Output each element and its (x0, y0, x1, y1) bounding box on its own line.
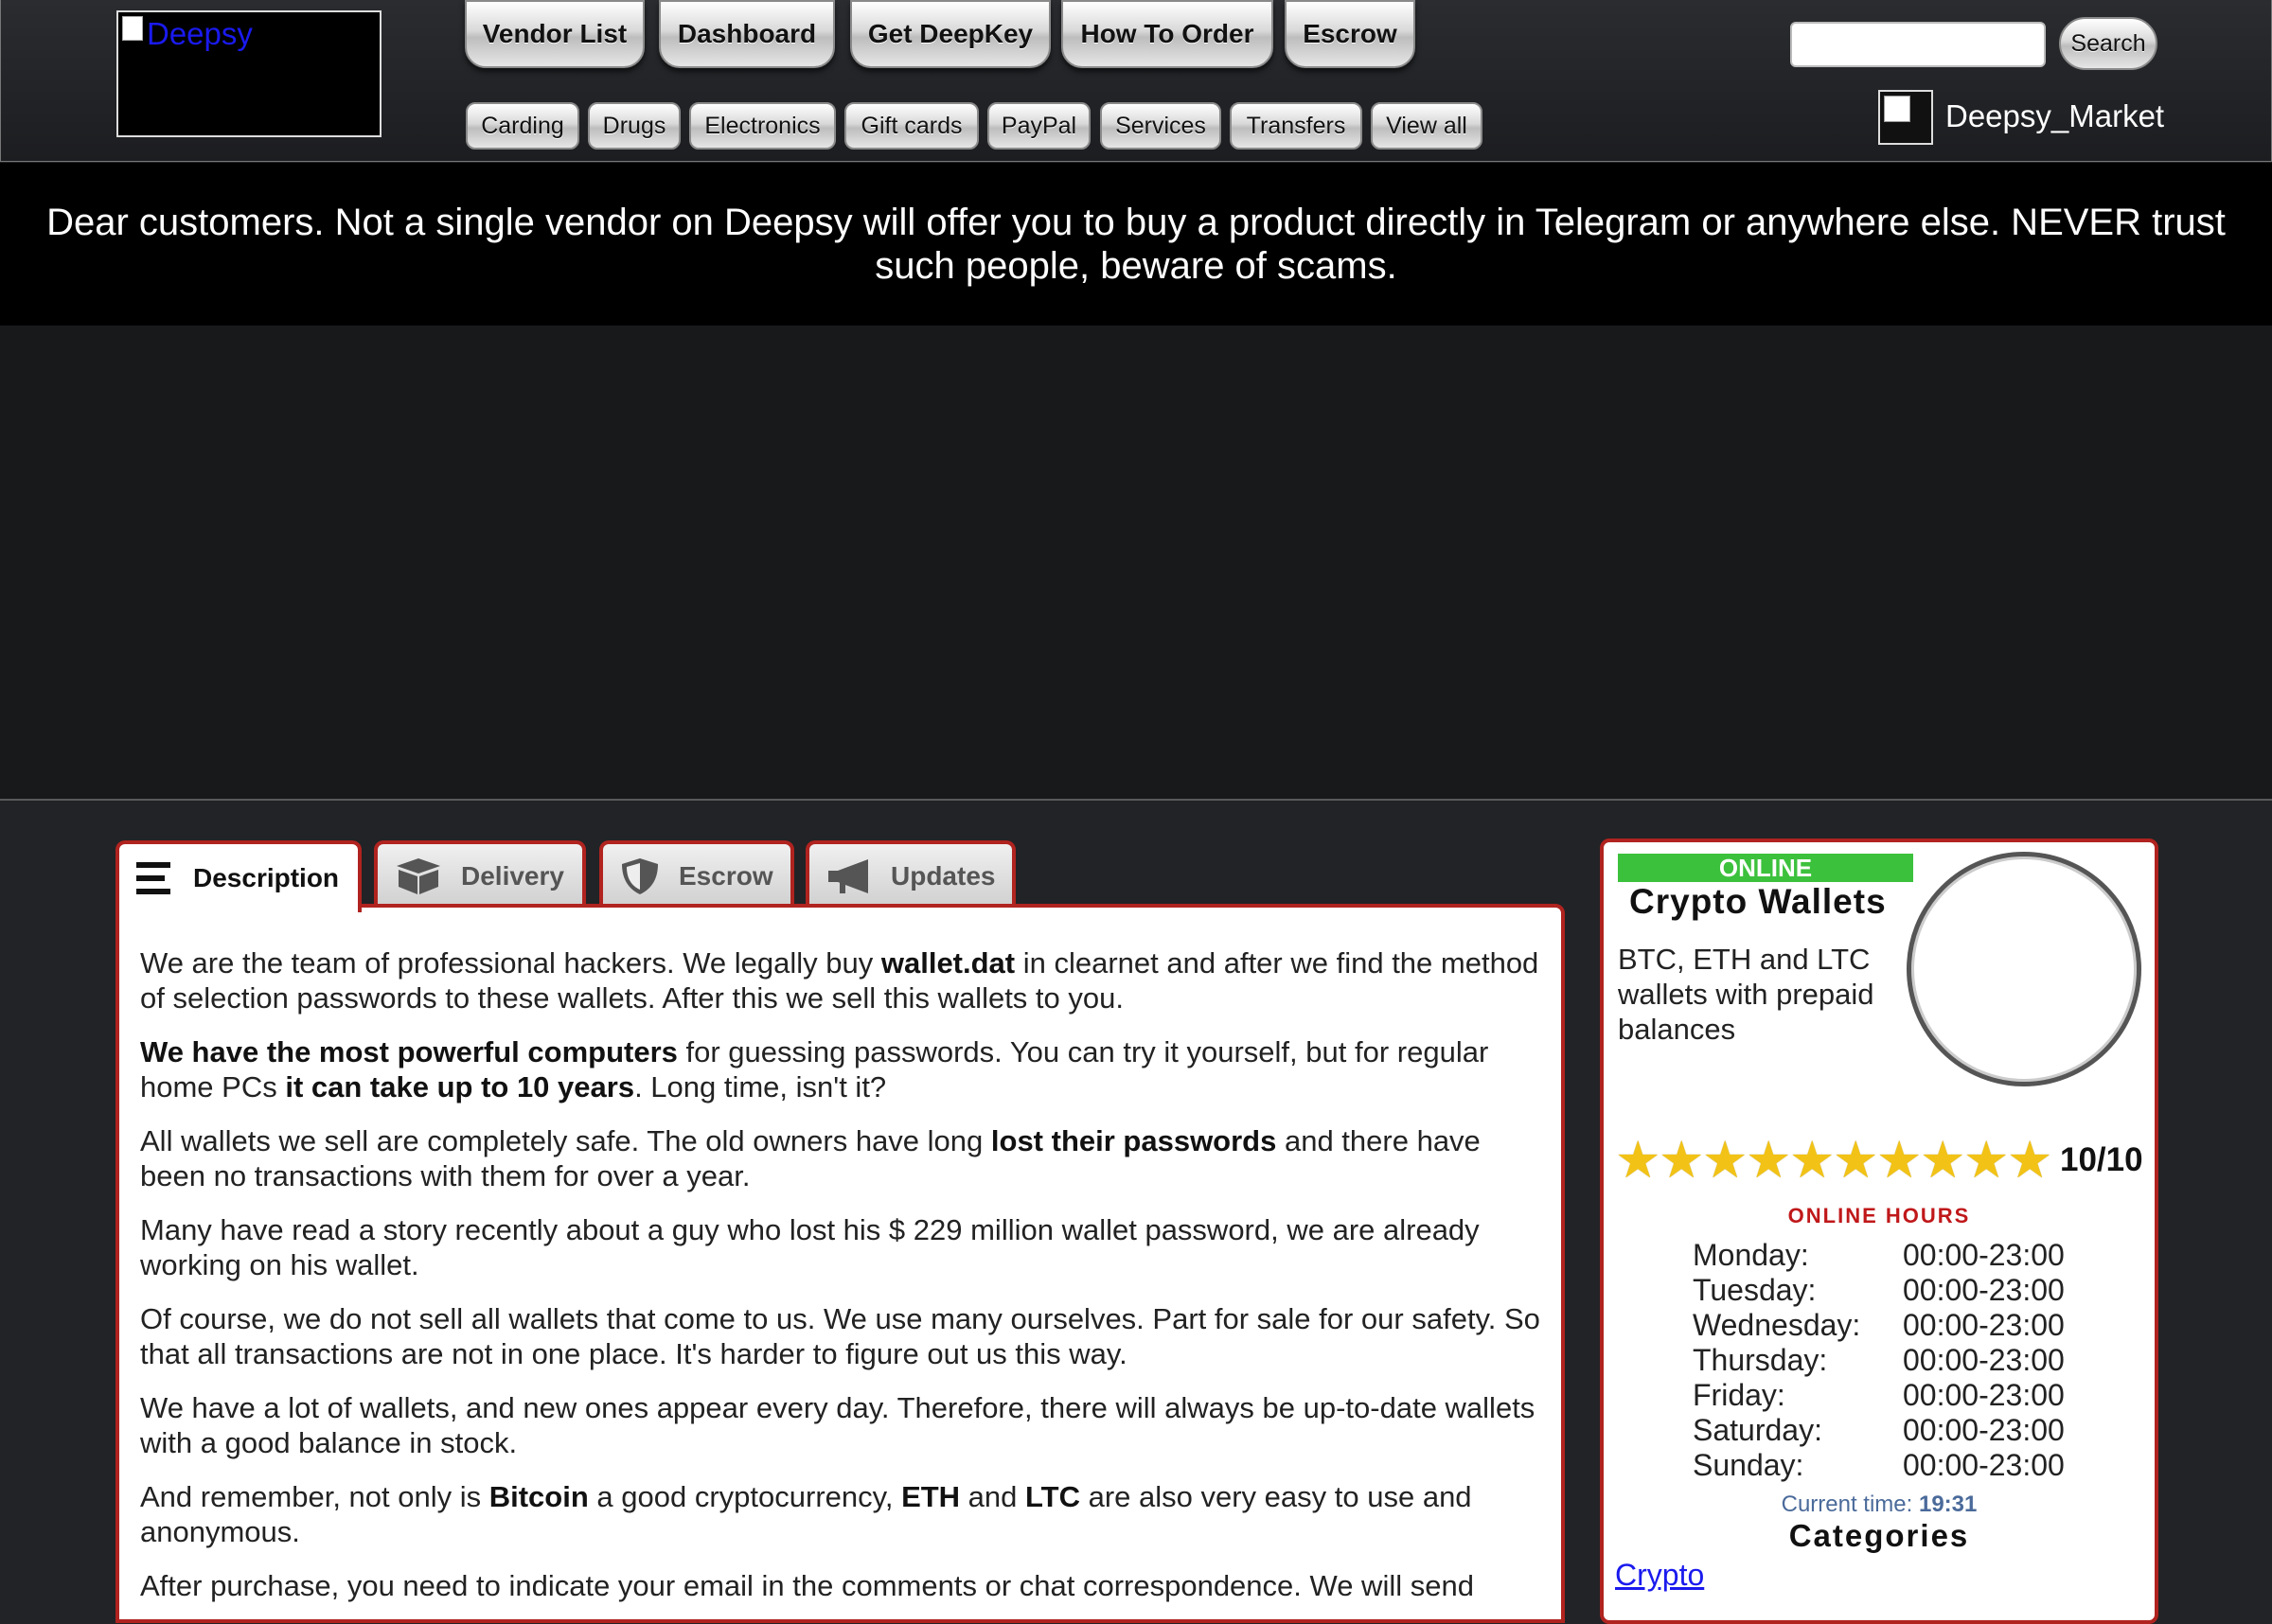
megaphone-icon (828, 859, 868, 893)
star-icon: ★ (1659, 1132, 1705, 1189)
hours-row: Friday: 00:00-23:00 (1693, 1378, 2065, 1412)
hours-row: Wednesday: 00:00-23:00 (1693, 1308, 2065, 1342)
vendor-tagline: BTC, ETH and LTC wallets with prepaid ba… (1618, 943, 1874, 1046)
category-services[interactable]: Services (1100, 102, 1221, 150)
avatar[interactable] (1878, 90, 1933, 145)
hours-row: Saturday: 00:00-23:00 (1693, 1413, 2065, 1447)
site-header: Deepsy Vendor List Dashboard Get DeepKey… (0, 0, 2272, 162)
nav-how-to-order[interactable]: How To Order (1061, 0, 1273, 68)
category-link-crypto[interactable]: Crypto (1615, 1558, 1704, 1593)
vendor-card: ONLINE Crypto Wallets BTC, ETH and LTC w… (1600, 838, 2158, 1624)
scam-warning-notice: Dear customers. Not a single vendor on D… (0, 163, 2272, 326)
shield-icon (622, 858, 658, 894)
vendor-photo (1907, 852, 2141, 1086)
menu-lines-icon (136, 862, 170, 894)
online-hours-title: ONLINE HOURS (1787, 1204, 1971, 1227)
nav-vendor-list[interactable]: Vendor List (465, 0, 645, 68)
star-icon: ★ (1833, 1132, 1879, 1189)
description-paragraph: We have a lot of wallets, and new ones a… (140, 1391, 1535, 1459)
rating-score: 10/10 (2060, 1141, 2143, 1178)
category-view-all[interactable]: View all (1371, 102, 1482, 150)
tab-label: Updates (891, 861, 996, 891)
categories-title: Categories (1788, 1518, 1970, 1553)
online-hours-table: Monday: 00:00-23:00 Tuesday: 00:00-23:00 W… (1693, 1238, 2065, 1483)
category-transfers[interactable]: Transfers (1230, 102, 1362, 150)
rating-stars: ★ ★ ★ ★ ★ ★ ★ ★ ★ ★ (1615, 1132, 2053, 1189)
category-paypal[interactable]: PayPal (987, 102, 1091, 150)
star-icon: ★ (1702, 1132, 1748, 1189)
description-paragraph: And remember, not only is Bitcoin a good… (140, 1480, 1472, 1548)
star-icon: ★ (1789, 1132, 1836, 1189)
username[interactable]: Deepsy_Market (1945, 98, 2164, 134)
description-paragraph: Of course, we do not sell all wallets th… (140, 1302, 1540, 1370)
vendor-name[interactable]: Crypto Wallets (1629, 882, 1887, 922)
star-icon: ★ (1963, 1132, 2010, 1189)
category-carding[interactable]: Carding (466, 102, 579, 150)
tab-updates[interactable]: Updates (806, 840, 1016, 909)
star-icon: ★ (1876, 1132, 1923, 1189)
tab-label: Description (193, 863, 340, 892)
hours-row: Monday: 00:00-23:00 (1693, 1238, 2065, 1272)
box-icon (397, 858, 440, 894)
search-button[interactable]: Search (2059, 17, 2157, 70)
tab-description[interactable]: Description (115, 840, 362, 912)
category-drugs[interactable]: Drugs (588, 102, 681, 150)
description-paragraph: We are the team of professional hackers.… (140, 946, 1539, 1015)
category-electronics[interactable]: Electronics (689, 102, 836, 150)
logo-alt-text: Deepsy (147, 16, 253, 51)
description-paragraph: We have the most powerful computers for … (140, 1035, 1489, 1103)
nav-get-deepkey[interactable]: Get DeepKey (850, 0, 1051, 68)
star-icon: ★ (1746, 1132, 1792, 1189)
search-input[interactable] (1790, 22, 2046, 67)
star-icon: ★ (1615, 1132, 1661, 1189)
star-icon: ★ (2007, 1132, 2053, 1189)
nav-dashboard[interactable]: Dashboard (659, 0, 835, 68)
current-time: Current time: 19:31 (1781, 1492, 1978, 1517)
banner-area (0, 326, 2272, 801)
category-gift-cards[interactable]: Gift cards (844, 102, 979, 150)
site-logo[interactable]: Deepsy (116, 10, 382, 137)
tab-delivery[interactable]: Delivery (374, 840, 586, 909)
description-paragraph: All wallets we sell are completely safe.… (140, 1124, 1481, 1192)
status-badge: ONLINE (1618, 854, 1913, 882)
hours-row: Thursday: 00:00-23:00 (1693, 1343, 2065, 1377)
tab-escrow[interactable]: Escrow (599, 840, 794, 909)
tab-label: Delivery (461, 861, 564, 891)
description-paragraph: After purchase, you need to indicate you… (140, 1569, 1474, 1602)
description-paragraph: Many have read a story recently about a … (140, 1213, 1480, 1281)
nav-escrow[interactable]: Escrow (1285, 0, 1415, 68)
broken-image-icon (122, 16, 143, 41)
hours-row: Sunday: 00:00-23:00 (1693, 1448, 2065, 1482)
tab-label: Escrow (679, 861, 773, 891)
hours-row: Tuesday: 00:00-23:00 (1693, 1273, 2065, 1307)
description-panel: We are the team of professional hackers.… (115, 904, 1565, 1623)
star-icon: ★ (1920, 1132, 1966, 1189)
